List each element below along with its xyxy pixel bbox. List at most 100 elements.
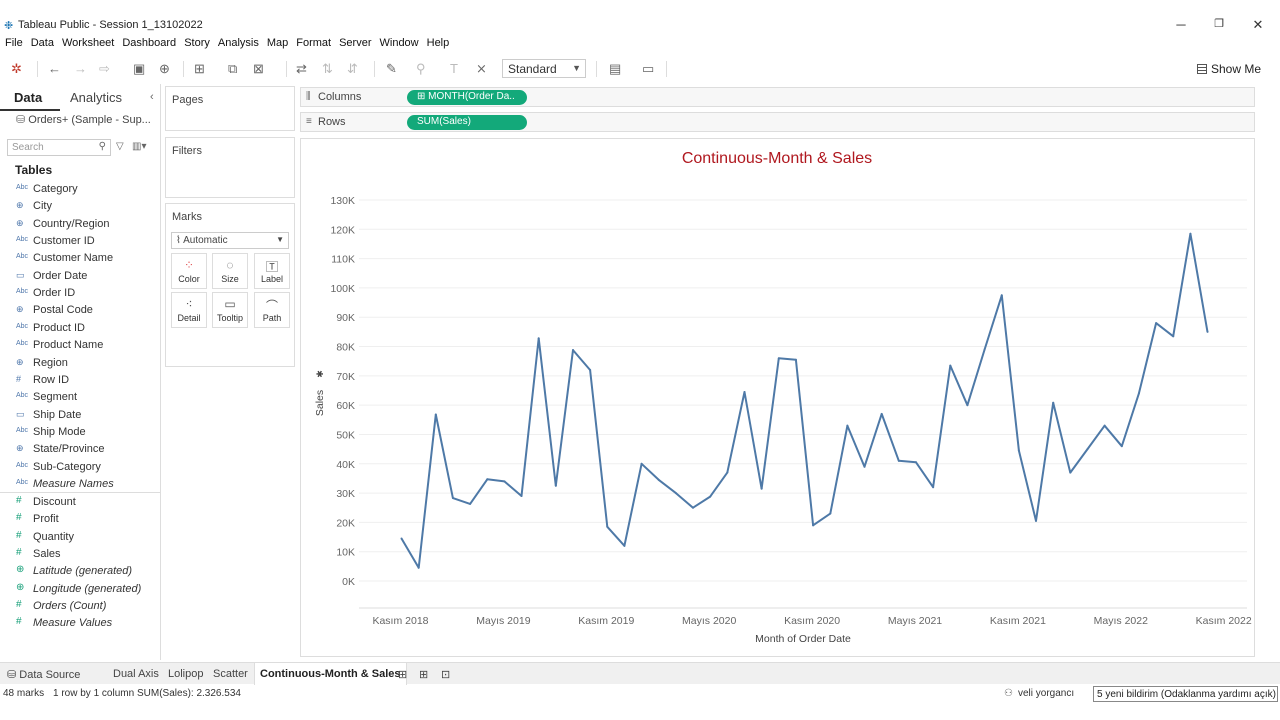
view-options-icon[interactable]: ▥▾ — [132, 141, 146, 152]
menu-worksheet[interactable]: Worksheet — [62, 37, 114, 49]
path-button[interactable]: ⌒ Path — [254, 292, 290, 328]
field-dimension[interactable]: Abc Customer Name — [0, 251, 160, 268]
tab-continuous-month-sales[interactable]: Continuous-Month & Sales — [254, 663, 407, 685]
data-point — [1103, 424, 1106, 427]
detail-button[interactable]: ⁖ Detail — [171, 292, 207, 328]
tooltip-button[interactable]: ▭ Tooltip — [212, 292, 248, 328]
datasource-name: Orders+ (Sample - Sup... — [28, 114, 151, 126]
field-measure[interactable]: ⊕ Longitude (generated) — [0, 582, 160, 599]
pages-card[interactable]: Pages — [165, 86, 295, 131]
new-data-source-icon[interactable]: ⊕ — [159, 62, 170, 75]
new-dashboard-tab-icon[interactable]: ⊞ — [419, 668, 428, 681]
filter-icon[interactable]: ▽ — [116, 141, 124, 152]
menu-window[interactable]: Window — [380, 37, 419, 49]
detail-icon: ⁖ — [185, 297, 193, 311]
field-label: Ship Date — [33, 408, 82, 421]
menu-help[interactable]: Help — [427, 37, 450, 49]
menu-server[interactable]: Server — [339, 37, 371, 49]
tab-scatter[interactable]: Scatter — [213, 668, 248, 680]
tab-data-source-label: Data Source — [19, 669, 81, 681]
field-dimension[interactable]: ▭ Order Date — [0, 269, 160, 286]
field-measure[interactable]: ⊕ Latitude (generated) — [0, 564, 160, 581]
field-dimension[interactable]: Abc Product Name — [0, 338, 160, 355]
field-dimension[interactable]: ⊕ Postal Code — [0, 303, 160, 320]
menu-dashboard[interactable]: Dashboard — [122, 37, 176, 49]
field-measure[interactable]: # Quantity — [0, 530, 160, 547]
group-icon[interactable]: ⚲ — [416, 62, 426, 75]
show-cards-icon[interactable]: ▤ — [609, 62, 621, 75]
undo-icon[interactable]: ← — [48, 62, 61, 75]
presentation-mode-icon[interactable]: ▭ — [642, 62, 654, 75]
new-worksheet-tab-icon[interactable]: ⊞ — [398, 668, 407, 681]
field-search-input[interactable]: Search ⚲ — [7, 139, 111, 156]
string-icon: Abc — [16, 340, 29, 348]
tab-data[interactable]: Data — [14, 90, 42, 105]
worksheet-view[interactable]: Continuous-Month & Sales 0K 10K 20K 30K 40K 50… — [300, 138, 1255, 657]
collapse-pane-icon[interactable]: ‹ — [150, 91, 154, 103]
tab-data-source[interactable]: ⛁ Data Source — [7, 668, 80, 681]
replay-icon[interactable]: ⇨ — [99, 62, 110, 75]
field-measure[interactable]: # Discount — [0, 495, 160, 512]
field-dimension[interactable]: Abc Category — [0, 182, 160, 199]
rows-shelf[interactable]: ≡ Rows SUM(Sales) — [300, 112, 1255, 132]
columns-shelf[interactable]: ⫼ Columns ⊞ MONTH(Order Da.. — [300, 87, 1255, 107]
field-dimension[interactable]: ⊕ City — [0, 199, 160, 216]
field-dimension[interactable]: ▭ Ship Date — [0, 408, 160, 425]
field-dimension[interactable]: Abc Product ID — [0, 321, 160, 338]
color-button[interactable]: ⁘ Color — [171, 253, 207, 289]
filters-card[interactable]: Filters — [165, 137, 295, 198]
fix-axes-icon[interactable]: ⨯ — [476, 62, 487, 75]
line-chart[interactable]: Continuous-Month & Sales 0K 10K 20K 30K 40K 50… — [301, 139, 1254, 656]
highlight-icon[interactable]: ✎ — [386, 62, 397, 75]
field-dimension[interactable]: Abc Customer ID — [0, 234, 160, 251]
field-dimension[interactable]: Abc Sub-Category — [0, 460, 160, 477]
minimize-button[interactable]: ─ — [1171, 17, 1191, 33]
month-order-date-pill[interactable]: ⊞ MONTH(Order Da.. — [407, 90, 527, 105]
sum-sales-pill[interactable]: SUM(Sales) — [407, 115, 527, 130]
field-dimension[interactable]: Abc Order ID — [0, 286, 160, 303]
notification-toast[interactable]: 5 yeni bildirim (Odaklanma yardımı açık) — [1093, 686, 1278, 702]
menu-story[interactable]: Story — [184, 37, 210, 49]
field-dimension[interactable]: ⊕ Region — [0, 356, 160, 373]
redo-icon[interactable]: → — [74, 62, 87, 75]
field-measure[interactable]: # Profit — [0, 512, 160, 529]
datasource-selector[interactable]: ⛁ Orders+ (Sample - Sup... — [16, 113, 151, 126]
y-tick-label: 80K — [336, 342, 355, 354]
new-worksheet-icon[interactable]: ⊞ — [194, 62, 205, 75]
menu-analysis[interactable]: Analysis — [218, 37, 259, 49]
sort-descending-icon[interactable]: ⇵ — [347, 62, 358, 75]
new-story-tab-icon[interactable]: ⊡ — [441, 668, 450, 681]
fit-select[interactable]: Standard ▼ — [502, 59, 586, 78]
swap-icon[interactable]: ⇄ — [296, 62, 307, 75]
label-button[interactable]: 🅃 Label — [254, 253, 290, 289]
field-measure[interactable]: # Measure Values — [0, 616, 160, 633]
duplicate-icon[interactable]: ⧉ — [228, 62, 237, 75]
size-button[interactable]: ◌ Size — [212, 253, 248, 289]
save-icon[interactable]: ▣ — [133, 62, 145, 75]
menu-map[interactable]: Map — [267, 37, 288, 49]
show-me-button[interactable]: Show Me — [1197, 62, 1261, 76]
menu-format[interactable]: Format — [296, 37, 331, 49]
tab-lolipop[interactable]: Lolipop — [168, 668, 203, 680]
field-measure[interactable]: # Sales — [0, 547, 160, 564]
clear-sheet-icon[interactable]: ⊠ — [253, 62, 264, 75]
field-label: Longitude (generated) — [33, 582, 142, 595]
restore-button[interactable]: ❐ — [1209, 17, 1229, 33]
tab-dual-axis[interactable]: Dual Axis — [113, 668, 159, 680]
labels-icon[interactable]: T — [450, 62, 458, 75]
field-dimension[interactable]: ⊕ State/Province — [0, 442, 160, 459]
field-dimension[interactable]: Abc Ship Mode — [0, 425, 160, 442]
field-dimension[interactable]: # Row ID — [0, 373, 160, 390]
menu-data[interactable]: Data — [31, 37, 54, 49]
field-dimension[interactable]: Abc Segment — [0, 390, 160, 407]
field-measure[interactable]: # Orders (Count) — [0, 599, 160, 616]
sort-ascending-icon[interactable]: ⇅ — [322, 62, 333, 75]
tableau-home-icon[interactable]: ✲ — [11, 62, 22, 75]
mark-type-select[interactable]: ⌇ Automatic ▼ — [171, 232, 289, 249]
field-dimension[interactable]: ⊕ Country/Region — [0, 217, 160, 234]
marks-card: Marks ⌇ Automatic ▼ ⁘ Color ◌ Size 🅃 Label … — [165, 203, 295, 367]
tab-analytics[interactable]: Analytics — [70, 90, 122, 105]
close-button[interactable]: ✕ — [1248, 17, 1268, 33]
menu-file[interactable]: File — [5, 37, 23, 49]
status-user[interactable]: veli yorgancı — [1018, 688, 1074, 699]
